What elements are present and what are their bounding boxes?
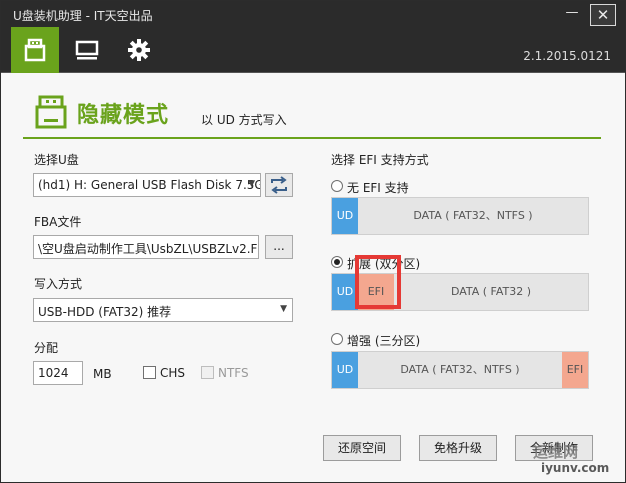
watermark-url: iyunv.com <box>541 461 610 475</box>
data-partition: DATA ( FAT32 ) <box>450 285 532 298</box>
settings-tab[interactable] <box>115 27 163 73</box>
mode-subtitle: 以 UD 方式写入 <box>201 113 287 127</box>
fba-file-label: FBA文件 <box>34 215 82 229</box>
allocation-size-value: 1024 <box>38 366 69 380</box>
ntfs-label: NTFS <box>218 366 249 380</box>
data-partition: DATA ( FAT32、NTFS ) <box>400 363 520 376</box>
allocation-unit: MB <box>93 367 112 381</box>
usb-select[interactable]: (hd1) H: General USB Flash Disk 7.5G ▼ <box>33 173 261 197</box>
ud-partition: UD <box>332 198 358 234</box>
allocation-label: 分配 <box>34 341 59 355</box>
annotation-highlight-box <box>355 255 401 309</box>
usb-select-label: 选择U盘 <box>34 153 79 167</box>
usb-mode-icon <box>35 95 67 129</box>
chevron-down-icon: ▼ <box>280 304 287 314</box>
refresh-icon <box>271 176 287 194</box>
usb-mode-tab[interactable] <box>11 27 59 73</box>
format-free-upgrade-button[interactable]: 免格升级 <box>419 435 497 461</box>
write-mode-label: 写入方式 <box>34 277 83 291</box>
no-efi-partition-scheme: UD DATA ( FAT32、NTFS ) <box>331 197 589 235</box>
efi-support-label: 选择 EFI 支持方式 <box>331 153 429 167</box>
efi-partition: EFI <box>562 352 588 388</box>
restore-space-button[interactable]: 还原空间 <box>323 435 401 461</box>
refresh-button[interactable] <box>265 173 293 197</box>
data-partition: DATA ( FAT32、NTFS ) <box>413 209 533 222</box>
window-title: U盘装机助理 - IT天空出品 <box>13 9 153 23</box>
minimize-button[interactable]: — <box>561 4 583 24</box>
chevron-down-icon: ▼ <box>248 179 255 189</box>
watermark-text: 运维网 <box>533 443 579 461</box>
write-mode-select[interactable]: USB-HDD (FAT32) 推荐 ▼ <box>33 298 293 322</box>
version-label: 2.1.2015.0121 <box>523 49 611 63</box>
chs-checkbox[interactable] <box>143 366 156 379</box>
computer-tab[interactable] <box>63 27 111 73</box>
chs-label: CHS <box>160 366 186 380</box>
gear-icon <box>128 39 150 61</box>
no-efi-radio[interactable] <box>331 180 343 192</box>
enhanced-partition-scheme: UD DATA ( FAT32、NTFS ) EFI <box>331 351 589 389</box>
close-button[interactable]: ✕ <box>590 4 616 26</box>
enhanced-efi-radio[interactable] <box>331 333 343 345</box>
no-efi-label: 无 EFI 支持 <box>347 181 409 195</box>
write-mode-value: USB-HDD (FAT32) 推荐 <box>38 305 172 319</box>
allocation-size-field[interactable]: 1024 <box>33 361 83 385</box>
ntfs-checkbox[interactable] <box>201 366 214 379</box>
usb-select-value: (hd1) H: General USB Flash Disk 7.5G <box>38 178 261 192</box>
enhanced-efi-label: 增强 (三分区) <box>347 334 421 348</box>
usb-drive-icon <box>24 38 46 62</box>
fba-path-field[interactable]: \空U盘启动制作工具\UsbZL\USBZLv2.FBA <box>33 235 259 259</box>
ud-partition: UD <box>332 352 358 388</box>
mode-heading: 隐藏模式 以 UD 方式写入 <box>23 89 601 139</box>
title-bar: U盘装机助理 - IT天空出品 — ✕ <box>1 1 625 27</box>
extended-efi-radio[interactable] <box>331 256 343 268</box>
monitor-icon <box>75 40 99 60</box>
app-window: U盘装机助理 - IT天空出品 — ✕ 2.1.2015.0121 隐藏模式 以… <box>0 0 626 483</box>
toolbar: 2.1.2015.0121 <box>1 27 625 73</box>
fba-path-value: \空U盘启动制作工具\UsbZL\USBZLv2.FBA <box>38 242 259 256</box>
mode-title: 隐藏模式 <box>77 103 170 128</box>
browse-button[interactable]: ... <box>265 235 293 259</box>
